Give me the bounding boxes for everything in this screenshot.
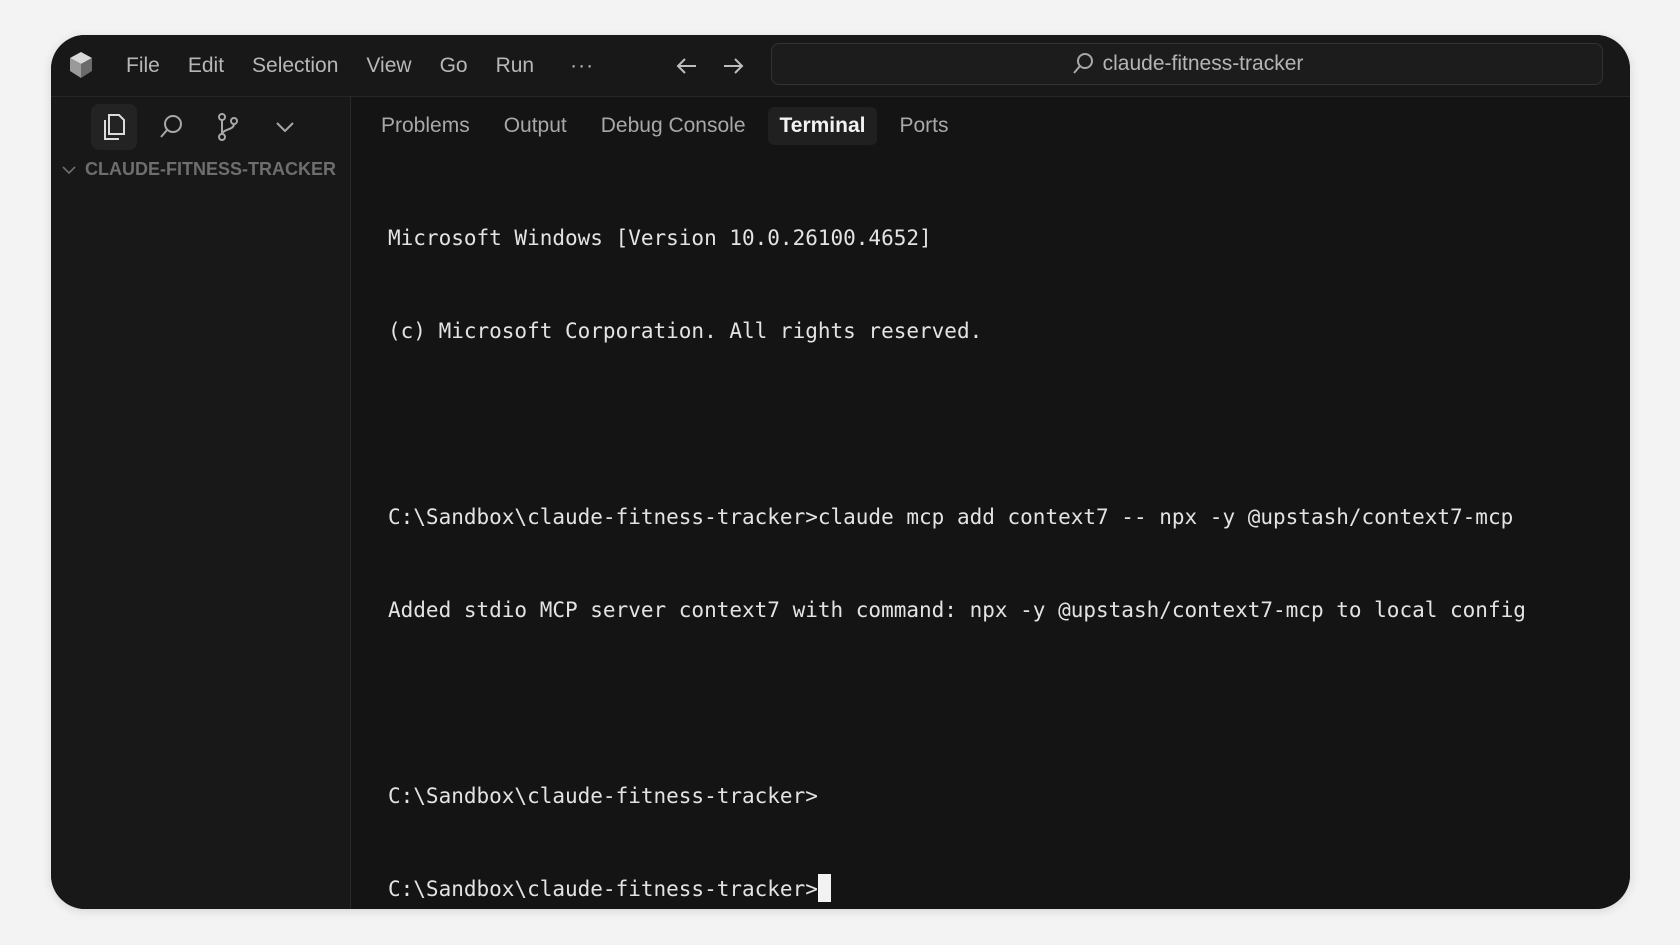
tab-debug-console[interactable]: Debug Console bbox=[589, 107, 758, 145]
chevron-down-icon bbox=[62, 165, 76, 174]
panel-tabs: Problems Output Debug Console Terminal P… bbox=[369, 107, 971, 145]
more-views-button[interactable] bbox=[262, 104, 308, 150]
menu-view[interactable]: View bbox=[366, 54, 411, 78]
chevron-down-icon bbox=[276, 122, 294, 133]
search-icon bbox=[1072, 53, 1093, 74]
terminal-cursor bbox=[817, 874, 831, 902]
terminal-line: Added stdio MCP server context7 with com… bbox=[388, 598, 1526, 622]
explorer-folder-header[interactable]: CLAUDE-FITNESS-TRACKER bbox=[61, 159, 336, 180]
tab-terminal[interactable]: Terminal bbox=[767, 107, 878, 145]
source-control-icon bbox=[218, 113, 238, 141]
terminal-line: (c) Microsoft Corporation. All rights re… bbox=[388, 319, 983, 343]
explorer-folder-name: CLAUDE-FITNESS-TRACKER bbox=[85, 159, 336, 179]
app-logo-icon bbox=[70, 52, 92, 78]
editor-window: File Edit Selection View Go Run ··· clau… bbox=[51, 35, 1630, 909]
back-arrow-icon[interactable] bbox=[673, 52, 701, 80]
terminal-output[interactable]: Microsoft Windows [Version 10.0.26100.46… bbox=[388, 161, 1610, 909]
search-button[interactable] bbox=[148, 104, 194, 150]
search-text: claude-fitness-tracker bbox=[1102, 52, 1304, 75]
terminal-line: C:\Sandbox\claude-fitness-tracker> bbox=[388, 784, 818, 808]
forward-arrow-icon[interactable] bbox=[719, 52, 747, 80]
tab-ports[interactable]: Ports bbox=[887, 107, 960, 145]
activity-bar bbox=[91, 104, 319, 150]
title-bar: File Edit Selection View Go Run ··· clau… bbox=[51, 35, 1630, 97]
terminal-line: Microsoft Windows [Version 10.0.26100.46… bbox=[388, 226, 932, 250]
menu-edit[interactable]: Edit bbox=[188, 54, 224, 78]
menu-run[interactable]: Run bbox=[496, 54, 535, 78]
menu-selection[interactable]: Selection bbox=[252, 54, 338, 78]
menu-file[interactable]: File bbox=[126, 54, 160, 78]
menu-go[interactable]: Go bbox=[440, 54, 468, 78]
tab-output[interactable]: Output bbox=[492, 107, 579, 145]
source-control-button[interactable] bbox=[205, 104, 251, 150]
files-icon bbox=[104, 114, 125, 140]
tab-problems[interactable]: Problems bbox=[369, 107, 482, 145]
terminal-line: C:\Sandbox\claude-fitness-tracker>claude… bbox=[388, 505, 1514, 529]
menu-bar: File Edit Selection View Go Run ··· bbox=[126, 35, 594, 96]
menu-more-button[interactable]: ··· bbox=[570, 54, 594, 78]
bottom-panel: Problems Output Debug Console Terminal P… bbox=[351, 97, 1630, 909]
terminal-prompt: C:\Sandbox\claude-fitness-tracker> bbox=[388, 877, 818, 901]
terminal-prompt-line: C:\Sandbox\claude-fitness-tracker> bbox=[388, 874, 1610, 905]
command-center-search[interactable]: claude-fitness-tracker bbox=[771, 43, 1603, 85]
explorer-button[interactable] bbox=[91, 104, 137, 150]
search-icon bbox=[160, 115, 182, 138]
sidebar: CLAUDE-FITNESS-TRACKER bbox=[51, 97, 351, 909]
